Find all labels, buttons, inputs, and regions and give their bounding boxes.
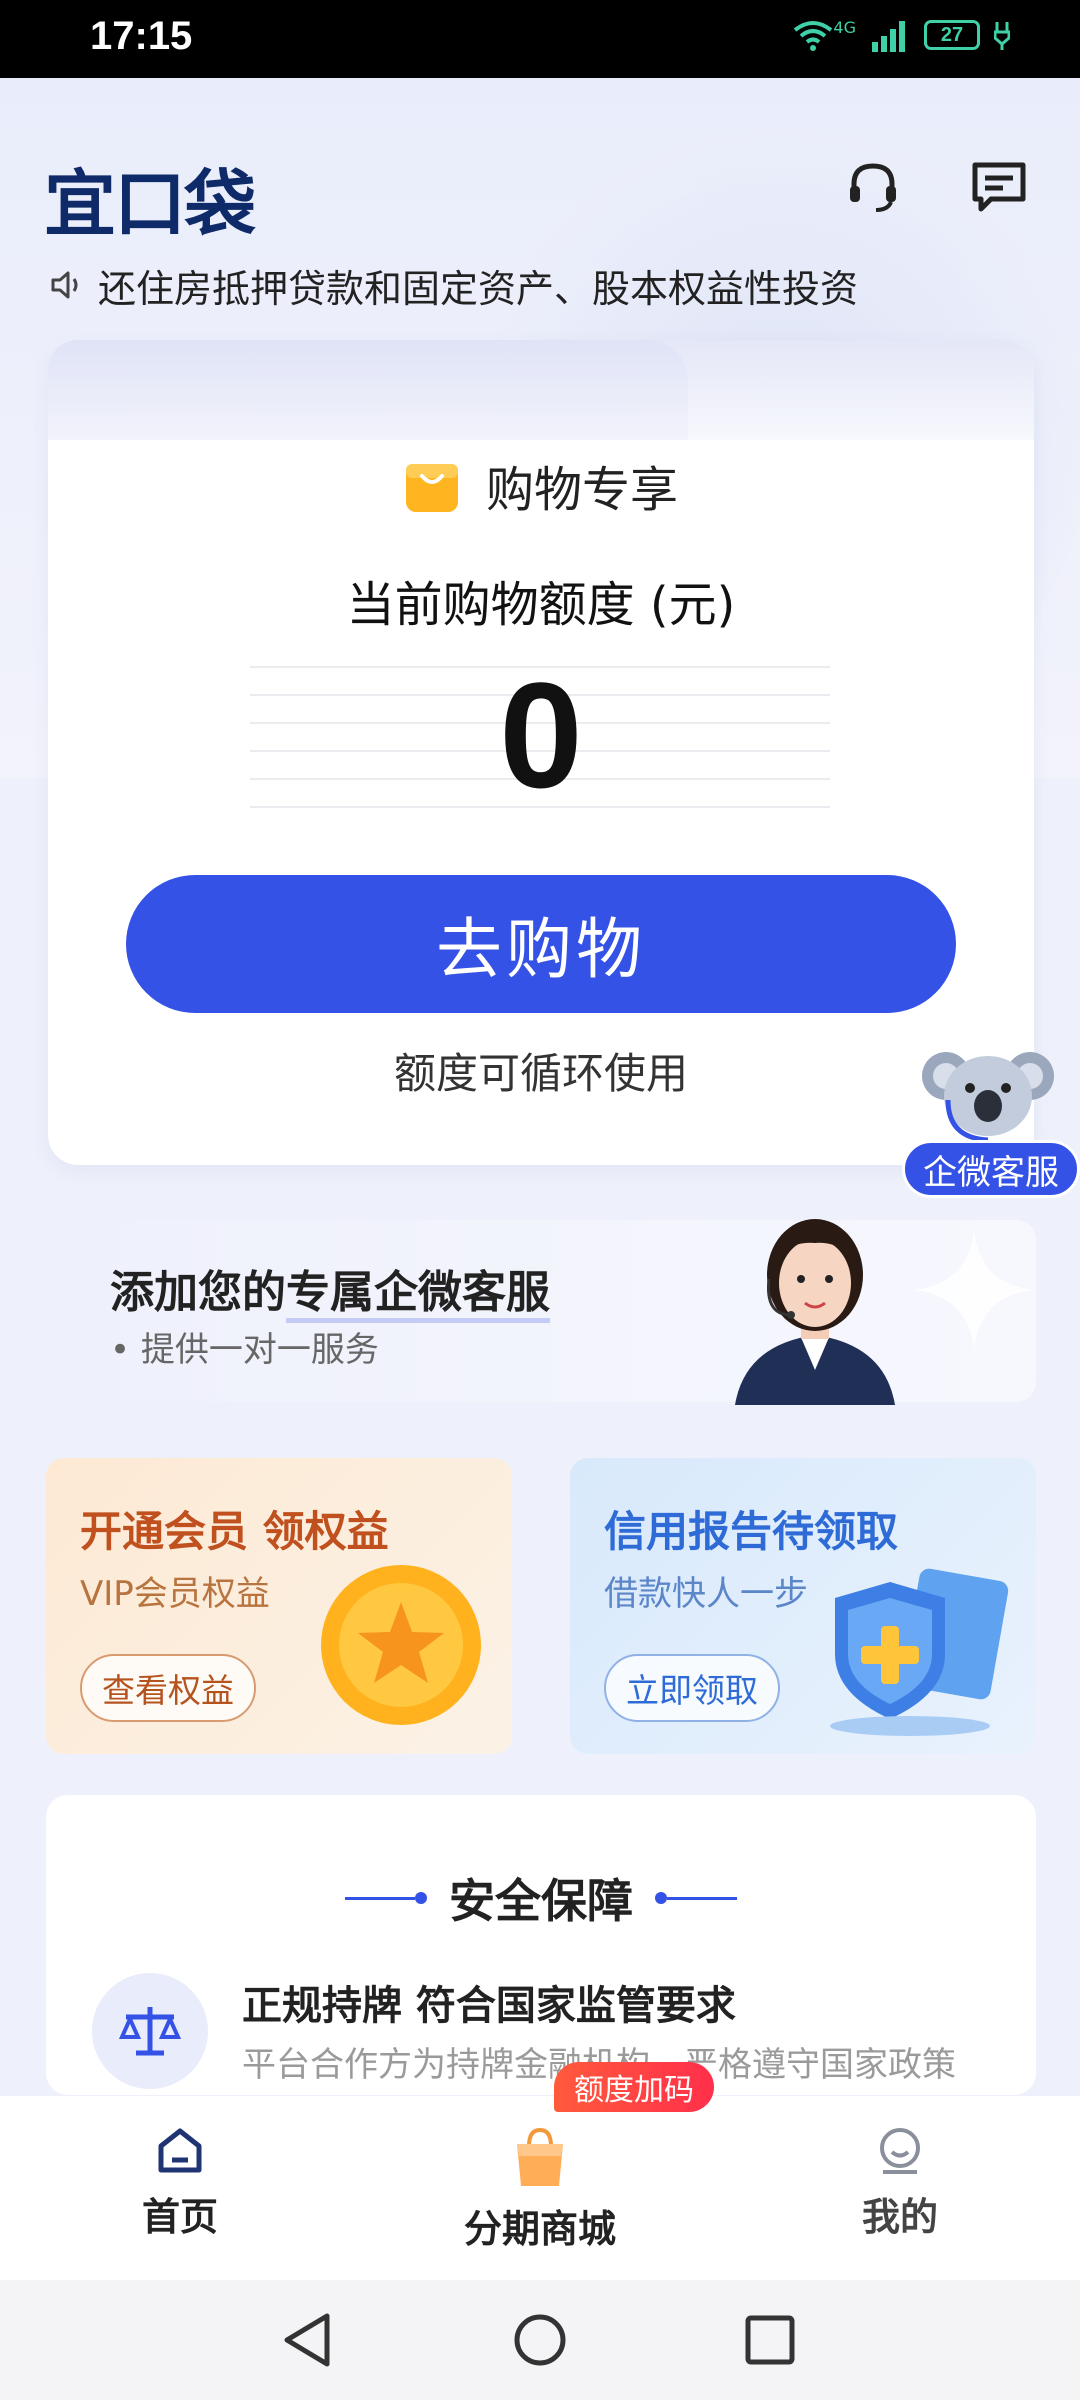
network-type: 4G: [833, 17, 856, 37]
title-dot-left: [415, 1892, 427, 1904]
quota-value: 0: [499, 651, 583, 819]
message-icon: [972, 162, 1026, 212]
profile-icon: [880, 2128, 920, 2174]
wecom-title-prefix: 添加您的: [110, 1267, 286, 1318]
security-item-title: 正规持牌 符合国家监管要求: [242, 1983, 736, 2029]
wecom-service-float-button[interactable]: 企微客服: [902, 1140, 1080, 1198]
signal-icon: [872, 21, 905, 52]
customer-service-agent-image: [735, 1219, 895, 1405]
bottom-tab-bar: 首页 分期商城 我的: [0, 2096, 1080, 2280]
notice-marquee[interactable]: 还住房抵押贷款和固定资产、股本权益性投资: [50, 255, 1030, 315]
tab-home[interactable]: 首页: [50, 2126, 310, 2241]
back-button[interactable]: [278, 2310, 338, 2370]
shopping-bag-icon: [517, 2127, 563, 2186]
quota-label: 当前购物额度 (元): [346, 577, 736, 633]
status-time: 17:15: [90, 14, 193, 58]
wecom-subtitle-text: 提供一对一服务: [140, 1330, 379, 1370]
card-tab-shape: [48, 340, 688, 440]
speaker-icon: [51, 271, 78, 299]
recent-apps-button[interactable]: [740, 2310, 800, 2370]
status-icons: 4G 27: [793, 18, 1010, 52]
shopping-exclusive-text: 购物专享: [485, 462, 678, 518]
koala-mascot-icon[interactable]: [918, 1040, 1058, 1150]
customer-service-button[interactable]: [838, 152, 908, 222]
go-shopping-button[interactable]: 去购物: [126, 875, 956, 1013]
title-divider-left: [345, 1896, 415, 1900]
wecom-title-highlight: 专属企微客服: [286, 1267, 550, 1323]
security-title: 安全保障: [449, 1874, 633, 1928]
credit-promo-subtitle: 借款快人一步: [604, 1574, 808, 1614]
title-dot-right: [655, 1892, 667, 1904]
scale-icon: [118, 2007, 182, 2056]
shopping-bag-icon: [405, 464, 458, 512]
gold-coin-icon: [321, 1565, 481, 1725]
message-button[interactable]: [964, 152, 1034, 222]
recents-square-icon: [745, 2315, 795, 2365]
claim-now-button[interactable]: 立即领取: [604, 1654, 780, 1722]
home-circle-icon: [514, 2314, 566, 2366]
wecom-banner-subtitle: • 提供一对一服务: [110, 1330, 379, 1370]
shopping-quota-card: 购物专享 当前购物额度 (元) 0 去购物 额度可循环使用: [48, 340, 1034, 1165]
charging-icon: [994, 22, 1010, 50]
tab-installment-mall-label: 分期商城: [463, 2207, 616, 2251]
credit-report-promo-card[interactable]: 信用报告待领取 借款快人一步 立即领取: [570, 1458, 1036, 1754]
tab-mine[interactable]: 我的: [770, 2126, 1030, 2241]
shopping-exclusive-label: 购物专享: [48, 450, 1034, 520]
system-navigation-bar: [0, 2280, 1080, 2400]
quota-note: 额度可循环使用: [393, 1049, 688, 1098]
view-benefits-button[interactable]: 查看权益: [80, 1654, 256, 1722]
security-section: 安全保障 正规持牌 符合国家监管要求 平台合作方为持牌金融机构，严格遵守国家政策: [46, 1795, 1036, 2095]
status-bar: 17:15 4G 27: [0, 0, 1080, 78]
quota-boost-badge: 额度加码: [554, 2062, 714, 2112]
app-logo: 宜口袋: [44, 162, 256, 246]
home-icon: [158, 2128, 202, 2173]
headset-icon: [850, 163, 896, 212]
battery-indicator: 27: [924, 20, 980, 50]
vip-promo-subtitle: VIP会员权益: [80, 1574, 270, 1614]
sparkle-icon: [914, 1230, 1034, 1350]
wecom-banner-title: 添加您的专属企微客服: [110, 1256, 550, 1323]
tab-mine-label: 我的: [861, 2195, 938, 2239]
scale-icon-badge: [92, 1973, 208, 2089]
wifi-icon: [794, 21, 833, 51]
security-title-row: 安全保障: [46, 1865, 1036, 1931]
tab-home-label: 首页: [141, 2195, 218, 2239]
shield-icon: [830, 1568, 1009, 1736]
back-triangle-icon: [284, 2313, 330, 2367]
home-nav-button[interactable]: [510, 2310, 570, 2370]
vip-promo-card[interactable]: 开通会员 领权益 VIP会员权益 查看权益: [46, 1458, 512, 1754]
tab-installment-mall[interactable]: 分期商城: [410, 2126, 670, 2253]
title-divider-right: [667, 1896, 737, 1900]
notice-text: 还住房抵押贷款和固定资产、股本权益性投资: [98, 266, 859, 311]
credit-promo-title: 信用报告待领取: [604, 1507, 899, 1556]
